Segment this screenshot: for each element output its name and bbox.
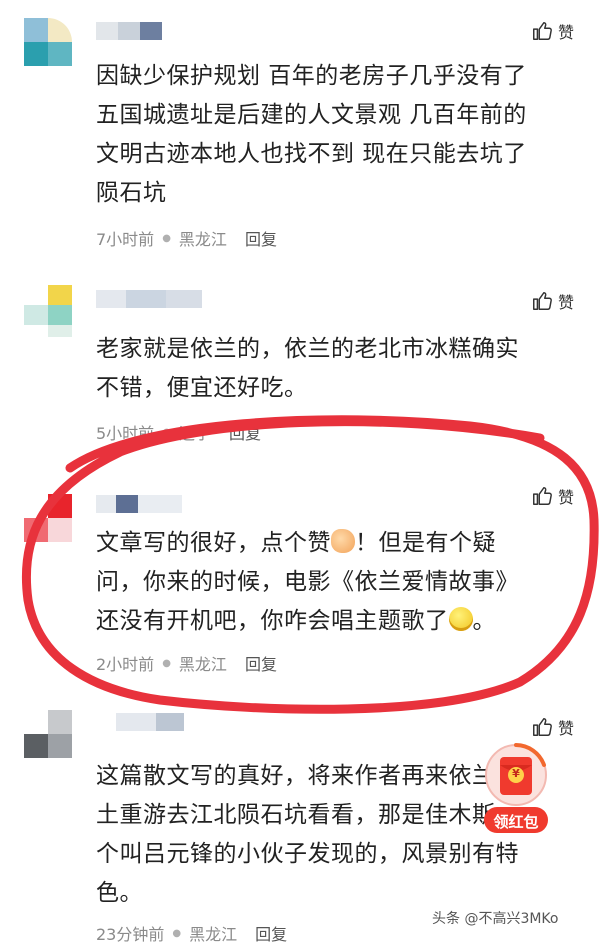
comment-fragment: 。 — [472, 608, 496, 634]
comment-time: 23分钟前 — [96, 925, 165, 944]
separator-dot: ● — [162, 426, 171, 438]
avatar[interactable] — [24, 285, 72, 337]
reply-button[interactable]: 回复 — [245, 226, 277, 250]
comment-fragment: 还没有开机吧，你咋会唱主题歌了 — [96, 608, 449, 634]
reply-button[interactable]: 回复 — [229, 420, 261, 444]
separator-dot: ● — [162, 657, 171, 669]
username[interactable] — [96, 22, 166, 40]
reply-button[interactable]: 回复 — [245, 651, 277, 675]
comment-line: 还没有开机吧，你咋会唱主题歌了。 — [96, 602, 576, 641]
comment-meta: 5小时前 ● 辽宁 回复 — [96, 420, 261, 444]
comment-line: 因缺少保护规划 百年的老房子几乎没有了 — [96, 63, 527, 89]
watermark: 头条 @不高兴3MKo — [432, 911, 559, 927]
comment-line: 文明古迹本地人也找不到 现在只能去坑了 — [96, 141, 527, 167]
like-button[interactable]: 赞 — [531, 289, 574, 313]
comment-location: 黑龙江 — [178, 655, 227, 674]
like-label: 赞 — [557, 293, 574, 312]
comment-meta: 23分钟前 ● 黑龙江 回复 — [96, 921, 287, 945]
like-label: 赞 — [557, 719, 574, 738]
thumbs-up-icon — [531, 290, 553, 312]
avatar[interactable] — [24, 710, 72, 758]
thumbs-up-emoji-icon — [331, 529, 355, 553]
grin-emoji-icon — [448, 607, 473, 631]
thumbs-up-icon — [531, 485, 553, 507]
comment-line: 不错，便宜还好吃。 — [96, 375, 308, 401]
red-packet-widget[interactable]: ¥ 领红包 — [482, 741, 550, 835]
comment-line: 老家就是依兰的，依兰的老北市冰糕确实 — [96, 336, 519, 362]
comment-fragment: ！但是有个疑 — [355, 530, 496, 556]
comment-meta: 2小时前 ● 黑龙江 回复 — [96, 651, 277, 675]
reply-button[interactable]: 回复 — [255, 921, 287, 945]
comment-time: 5小时前 — [96, 424, 155, 443]
like-button[interactable]: 赞 — [531, 19, 574, 43]
comment-location: 辽宁 — [178, 424, 211, 443]
comment-text: 老家就是依兰的，依兰的老北市冰糕确实 不错，便宜还好吃。 — [96, 330, 576, 408]
red-packet-symbol: ¥ — [512, 767, 520, 780]
comment-line: 问，你来的时候，电影《依兰爱情故事》 — [96, 569, 519, 595]
red-packet-label: 领红包 — [493, 813, 539, 831]
username[interactable] — [96, 495, 186, 513]
separator-dot: ● — [172, 927, 182, 939]
avatar[interactable] — [24, 18, 72, 66]
like-button[interactable]: 赞 — [531, 715, 574, 739]
avatar[interactable] — [24, 494, 72, 542]
like-label: 赞 — [557, 488, 574, 507]
comment-line: 个叫吕元锋的小伙子发现的，风景别有特 — [96, 841, 519, 867]
comment-location: 黑龙江 — [189, 925, 238, 944]
comment-line: 陨石坑 — [96, 180, 167, 206]
separator-dot: ● — [162, 232, 171, 244]
comment-fragment: 文章写的很好，点个赞 — [96, 530, 331, 556]
like-button[interactable]: 赞 — [531, 484, 574, 508]
comment-line: 文章写的很好，点个赞 ！但是有个疑 — [96, 524, 576, 563]
username[interactable] — [96, 290, 206, 308]
thumbs-up-icon — [531, 716, 553, 738]
comment-time: 2小时前 — [96, 655, 155, 674]
comment-text: 因缺少保护规划 百年的老房子几乎没有了 五国城遗址是后建的人文景观 几百年前的 … — [96, 57, 576, 213]
comment-text: 文章写的很好，点个赞 ！但是有个疑 问，你来的时候，电影《依兰爱情故事》 还没有开… — [96, 524, 576, 641]
thumbs-up-icon — [531, 20, 553, 42]
comment-meta: 7小时前 ● 黑龙江 回复 — [96, 226, 277, 250]
comment-time: 7小时前 — [96, 230, 155, 249]
comment-location: 黑龙江 — [178, 230, 227, 249]
like-label: 赞 — [557, 23, 574, 42]
comment-line: 五国城遗址是后建的人文景观 几百年前的 — [96, 102, 527, 128]
username[interactable] — [96, 713, 206, 731]
